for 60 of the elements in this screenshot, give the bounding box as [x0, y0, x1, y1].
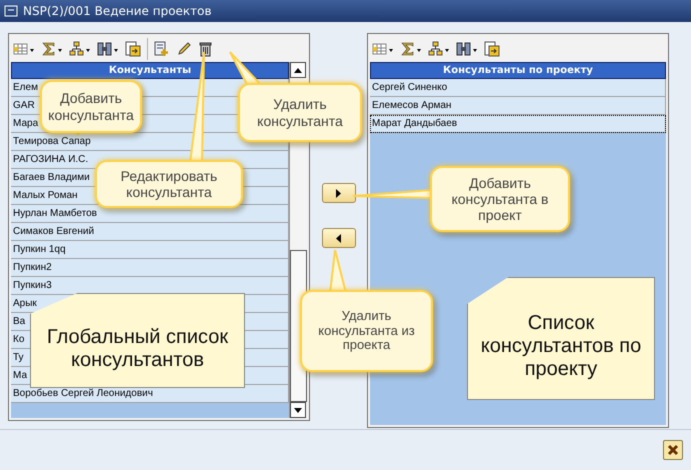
consultant-name: Ко: [13, 334, 24, 345]
close-button[interactable]: [663, 440, 683, 460]
callout-tooltip: Добавить консультанта: [40, 80, 142, 133]
window-icon: [4, 5, 18, 17]
hierarchy-icon[interactable]: [69, 41, 91, 57]
consultant-name: Багаев Владими: [13, 172, 90, 183]
consultant-name: Ту: [13, 352, 24, 363]
consultant-name: Темирова Сапар: [13, 136, 91, 147]
callout-tooltip: Добавить консультанта в проект: [430, 166, 570, 232]
right-arrow-icon: [336, 188, 341, 198]
consultant-name: Мара: [13, 118, 38, 129]
export-icon[interactable]: [125, 41, 141, 57]
scroll-up-icon[interactable]: [294, 68, 302, 72]
consultant-name: Елем: [13, 82, 38, 93]
consultant-name: Пупкин3: [13, 280, 52, 291]
consultant-name: Сергей Синенко: [372, 82, 448, 93]
sigma-icon[interactable]: [41, 41, 63, 57]
consultant-name: Симаков Евгений: [13, 226, 94, 237]
column-header: Консультанты по проекту: [370, 62, 666, 79]
consultant-name: РАГОЗИНА И.С.: [13, 154, 88, 165]
remove-from-project-button[interactable]: [322, 228, 356, 248]
consultant-name: Ма: [13, 370, 28, 381]
table-row[interactable]: Нурлан Мамбетов: [11, 205, 289, 223]
sigma-icon[interactable]: [400, 41, 422, 57]
left-arrow-icon: [336, 234, 341, 242]
export-icon[interactable]: [484, 41, 500, 57]
consultant-name: Малых Роман: [13, 190, 78, 201]
consultant-name: Елемесов Арман: [372, 100, 452, 111]
callout-tooltip: Удалить консультанта из проекта: [300, 290, 433, 372]
add-document-icon[interactable]: [154, 41, 170, 57]
table-row[interactable]: Пупкин3: [11, 277, 289, 295]
window-title: NSP(2)/001 Ведение проектов: [23, 4, 212, 18]
consultant-name: Ва: [13, 316, 26, 327]
scroll-down-icon[interactable]: [294, 408, 302, 412]
consultant-name: Пупкин 1qq: [13, 244, 66, 255]
close-icon: [667, 444, 679, 456]
table-row[interactable]: Елемесов Арман: [370, 97, 666, 115]
table-row[interactable]: Пупкин 1qq: [11, 241, 289, 259]
callout-tooltip: Редактировать консультанта: [95, 160, 243, 208]
consultant-name: Пупкин2: [13, 262, 52, 273]
table-row[interactable]: Пупкин2: [11, 259, 289, 277]
consultant-name: Нурлан Мамбетов: [13, 208, 97, 219]
table-row[interactable]: Сергей Синенко: [370, 79, 666, 97]
hierarchy-icon[interactable]: [428, 41, 450, 57]
consultant-name: Воробьев Сергей Леонидович: [13, 388, 153, 399]
consultant-name: GAR: [13, 100, 35, 111]
table-row[interactable]: Марат Дандыбаев: [370, 115, 666, 133]
add-to-project-button[interactable]: [322, 183, 356, 203]
callout-tooltip: Удалить консультанта: [238, 83, 362, 142]
table-layout-icon[interactable]: [13, 41, 35, 57]
binoculars-icon[interactable]: [456, 41, 478, 57]
pencil-icon[interactable]: [176, 41, 192, 57]
table-row[interactable]: Симаков Евгений: [11, 223, 289, 241]
consultant-name: Марат Дандыбаев: [372, 118, 458, 129]
column-header: Консультанты: [11, 62, 289, 79]
note-tooltip: Список консультантов по проекту: [467, 277, 655, 400]
trash-icon[interactable]: [198, 41, 214, 57]
consultant-name: Арык: [13, 298, 37, 309]
table-layout-icon[interactable]: [372, 41, 394, 57]
binoculars-icon[interactable]: [97, 41, 119, 57]
